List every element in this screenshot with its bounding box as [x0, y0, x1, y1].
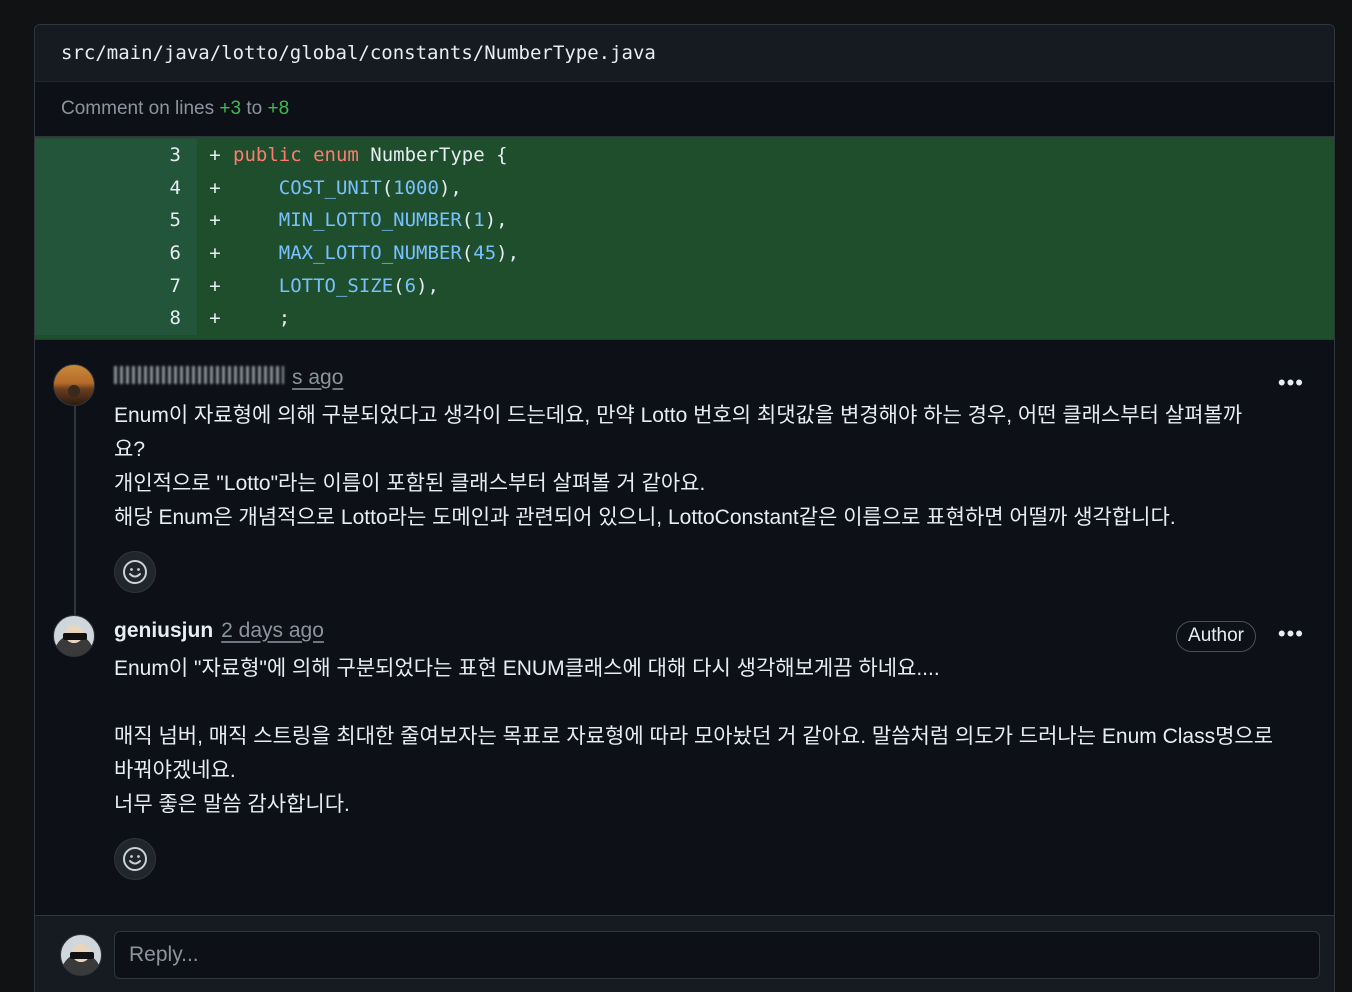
reply-input[interactable]: Reply...: [114, 931, 1320, 979]
comment-time[interactable]: s ago: [292, 366, 343, 390]
code-line[interactable]: 8 + ;: [35, 301, 1334, 335]
code-token: (: [381, 176, 394, 199]
file-path-header[interactable]: src/main/java/lotto/global/constants/Num…: [35, 25, 1334, 82]
diff-add-marker: +: [209, 144, 221, 167]
file-path[interactable]: src/main/java/lotto/global/constants/Num…: [61, 42, 656, 64]
code-token: (: [461, 209, 474, 232]
line-number[interactable]: 8: [35, 301, 197, 335]
code-line[interactable]: 3 + public enum NumberType {: [35, 139, 1334, 172]
code-token: MIN_LOTTO_NUMBER: [278, 209, 462, 232]
comment-time[interactable]: 2 days ago: [221, 619, 324, 643]
code-diff: 3 + public enum NumberType {4 + COST_UNIT(1…: [35, 137, 1334, 340]
code-content: LOTTO_SIZE(6),: [233, 275, 439, 297]
diff-add-marker: +: [209, 307, 221, 330]
author-badge: Author: [1176, 620, 1256, 652]
code-token: NumberType {: [358, 144, 508, 167]
code-line[interactable]: 6 + MAX_LOTTO_NUMBER(45),: [35, 236, 1334, 270]
comment-thread: s ago ••• Enum이 자료형에 의해 구분되었다고 생각이 드는데요,…: [35, 340, 1334, 880]
avatar[interactable]: [53, 614, 95, 657]
code-content: public enum NumberType {: [233, 144, 508, 166]
code-token: ),: [438, 176, 462, 199]
code-content: COST_UNIT(1000),: [233, 177, 462, 199]
comment-line: 너무 좋은 말씀 감사합니다.: [114, 792, 350, 816]
range-end: +8: [267, 98, 290, 119]
range-start: +3: [219, 98, 242, 119]
current-user-avatar[interactable]: [60, 934, 102, 976]
comment-line: 요?: [114, 437, 145, 461]
code-token: MAX_LOTTO_NUMBER: [278, 242, 462, 265]
reply-bar: Reply...: [35, 915, 1334, 992]
comment-range: Comment on lines +3 to +8: [35, 82, 1334, 137]
comment-line: 해당 Enum은 개념적으로 Lotto라는 도메인과 관련되어 있으니, Lo…: [114, 505, 1176, 529]
code-token: public: [233, 144, 302, 167]
comment-author[interactable]: geniusjun: [114, 619, 213, 643]
line-number[interactable]: 4: [35, 171, 197, 205]
comment-meta: geniusjun 2 days ago: [114, 619, 1304, 643]
review-comment-card: src/main/java/lotto/global/constants/Num…: [34, 24, 1335, 992]
avatar-glasses: [63, 632, 87, 640]
more-options-icon[interactable]: •••: [1278, 370, 1304, 396]
add-reaction-button[interactable]: [114, 837, 156, 880]
line-number[interactable]: 6: [35, 236, 197, 270]
comment-item: s ago ••• Enum이 자료형에 의해 구분되었다고 생각이 드는데요,…: [35, 340, 1334, 593]
code-token: 6: [404, 274, 417, 297]
code-line[interactable]: 7 + LOTTO_SIZE(6),: [35, 269, 1334, 302]
code-token: 1000: [393, 176, 439, 199]
line-number[interactable]: 5: [35, 204, 197, 237]
comment-line: Enum이 "자료형"에 의해 구분되었다는 표현 ENUM클래스에 대해 다시…: [114, 656, 940, 680]
more-options-icon[interactable]: •••: [1278, 621, 1304, 647]
code-content: ;: [233, 307, 290, 329]
comment-line: 바꿔야겠네요.: [114, 758, 236, 782]
comment-body: Enum이 "자료형"에 의해 구분되었다는 표현 ENUM클래스에 대해 다시…: [114, 652, 1304, 822]
diff-add-marker: +: [209, 176, 221, 199]
comment-range-prefix: Comment on lines: [61, 98, 215, 119]
comment-line: 매직 넘버, 매직 스트링을 최대한 줄여보자는 목표로 자료형에 따라 모아놨…: [114, 724, 1274, 748]
code-content: MAX_LOTTO_NUMBER(45),: [233, 242, 519, 264]
smiley-icon: [123, 846, 147, 871]
comment-meta: s ago: [114, 365, 1304, 390]
line-number[interactable]: 7: [35, 269, 197, 302]
code-line[interactable]: 5 + MIN_LOTTO_NUMBER(1),: [35, 204, 1334, 237]
code-token: enum: [313, 144, 359, 167]
add-reaction-button[interactable]: [114, 550, 156, 593]
code-token: ),: [416, 274, 439, 297]
code-token: 1: [473, 209, 485, 232]
code-token: (: [393, 274, 405, 297]
range-mid: to: [246, 98, 263, 119]
code-token: ),: [484, 209, 508, 232]
comment-line: Enum이 자료형에 의해 구분되었다고 생각이 드는데요, 만약 Lotto …: [114, 403, 1243, 427]
comment-item: geniusjun 2 days ago Author ••• Enum이 "자…: [35, 593, 1334, 880]
comment-body: Enum이 자료형에 의해 구분되었다고 생각이 드는데요, 만약 Lotto …: [114, 399, 1304, 535]
code-content: MIN_LOTTO_NUMBER(1),: [233, 209, 508, 231]
code-token: 45: [473, 242, 497, 265]
diff-add-marker: +: [209, 242, 221, 265]
diff-add-marker: +: [209, 274, 221, 297]
smiley-icon: [123, 559, 147, 584]
avatar[interactable]: [53, 363, 95, 406]
comment-line: [114, 686, 1304, 720]
code-token: (: [461, 242, 474, 265]
comment-line: 개인적으로 "Lotto"라는 이름이 포함된 클래스부터 살펴볼 거 같아요.: [114, 471, 706, 495]
diff-add-marker: +: [209, 209, 221, 232]
code-token: ),: [496, 242, 520, 265]
avatar-glasses: [70, 952, 94, 959]
line-number[interactable]: 3: [35, 139, 197, 172]
code-line[interactable]: 4 + COST_UNIT(1000),: [35, 171, 1334, 205]
code-token: COST_UNIT: [278, 176, 382, 199]
redacted-author: [114, 365, 284, 384]
code-token: LOTTO_SIZE: [278, 274, 394, 297]
code-token: ;: [233, 307, 291, 330]
